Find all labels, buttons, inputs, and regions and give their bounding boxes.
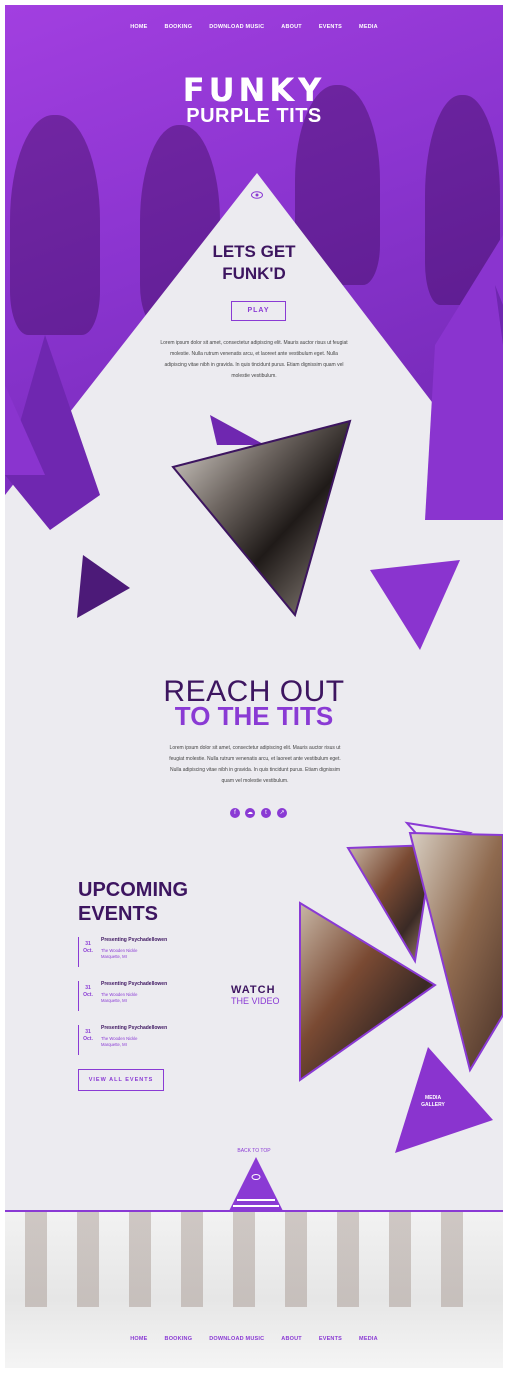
event-item[interactable]: 31 Oct. Presenting Psychadellowen The Woo… <box>78 981 178 1011</box>
event-city: Marquette, MI <box>101 954 127 959</box>
view-all-events-button[interactable]: VIEW ALL EVENTS <box>78 1069 164 1091</box>
event-city: Marquette, MI <box>101 998 127 1003</box>
play-button[interactable]: PLAY <box>231 301 286 321</box>
paragraph-line: Lorem ipsum dolor sit amet, consectetur … <box>169 745 341 751</box>
paragraph-line: quam vel molestie vestibulum. <box>221 778 289 784</box>
footer-nav-download-music[interactable]: DOWNLOAD MUSIC <box>209 1336 264 1342</box>
footer-nav-home[interactable]: HOME <box>130 1336 147 1342</box>
event-title: Presenting Psychadellowen <box>101 937 168 943</box>
intro-heading-line1: LETS GET <box>212 242 296 261</box>
event-divider <box>78 1025 79 1055</box>
feet-photo <box>25 1212 485 1307</box>
event-venue: The Wooden Nickle Marquette, MI <box>101 948 137 960</box>
media-photo-collage <box>299 821 503 1153</box>
gallery-line2: GALLERY <box>421 1102 445 1108</box>
footer-photo-band <box>5 1210 503 1368</box>
nav-booking[interactable]: BOOKING <box>165 24 193 30</box>
nav-download-music[interactable]: DOWNLOAD MUSIC <box>209 24 264 30</box>
events-heading-line2: EVENTS <box>78 903 159 925</box>
event-month: Oct. <box>83 948 93 954</box>
back-to-top-triangle[interactable] <box>228 1157 284 1213</box>
event-month: Oct. <box>83 992 93 998</box>
paragraph-line: Lorem ipsum dolor sit amet, consectetur … <box>160 340 348 346</box>
event-title: Presenting Psychadellowen <box>101 1025 168 1031</box>
event-day: 31 <box>85 985 91 991</box>
nav-about[interactable]: ABOUT <box>281 24 302 30</box>
nav-media[interactable]: MEDIA <box>359 24 378 30</box>
logo-purple-tits: PURPLE TITS <box>186 105 322 127</box>
reach-heading-line2: TO THE TITS <box>174 701 334 731</box>
intro-heading-line2: FUNK'D <box>222 264 286 283</box>
decor-triangle <box>77 555 130 618</box>
decor-triangle <box>370 560 460 650</box>
event-item[interactable]: 31 Oct. Presenting Psychadellowen The Woo… <box>78 937 178 967</box>
footer-nav-events[interactable]: EVENTS <box>319 1336 342 1342</box>
twitter-icon[interactable]: t <box>261 808 271 818</box>
media-gallery-label[interactable]: MEDIA GALLERY <box>413 1095 453 1109</box>
soundcloud-icon[interactable]: ☁ <box>245 808 255 818</box>
paragraph-line: molestie. Nulla rutrum venenatis arcu, e… <box>170 351 338 357</box>
top-nav: HOME BOOKING DOWNLOAD MUSIC ABOUT EVENTS… <box>5 24 503 30</box>
footer-nav: HOME BOOKING DOWNLOAD MUSIC ABOUT EVENTS… <box>5 1336 503 1342</box>
paragraph-line: feugiat molestie. Nulla rutrum venenatis… <box>169 756 341 762</box>
intro-paragraph: Lorem ipsum dolor sit amet, consectetur … <box>145 338 363 382</box>
event-date: 31 Oct. <box>81 941 95 955</box>
event-date: 31 Oct. <box>81 1029 95 1043</box>
event-city: Marquette, MI <box>101 1042 127 1047</box>
event-divider <box>78 981 79 1011</box>
paragraph-line: molestie vestibulum. <box>231 373 277 379</box>
watch-label[interactable]: WATCH <box>231 984 276 996</box>
event-month: Oct. <box>83 1036 93 1042</box>
gallery-line1: MEDIA <box>424 1095 442 1101</box>
band-photo-triangle <box>171 415 352 618</box>
paragraph-line: adipiscing vitae nibh in gravida. In qui… <box>164 362 344 368</box>
footer-nav-media[interactable]: MEDIA <box>359 1336 378 1342</box>
event-title: Presenting Psychadellowen <box>101 981 168 987</box>
event-day: 31 <box>85 941 91 947</box>
event-item[interactable]: 31 Oct. Presenting Psychadellowen The Woo… <box>78 1025 178 1055</box>
paragraph-line: Nulla adipiscing vitae nibh in gravida. … <box>169 767 341 773</box>
facebook-icon[interactable]: f <box>230 808 240 818</box>
back-to-top-label[interactable]: BACK TO TOP <box>5 1148 503 1154</box>
page: HOME BOOKING DOWNLOAD MUSIC ABOUT EVENTS… <box>5 5 503 1368</box>
reach-paragraph: Lorem ipsum dolor sit amet, consectetur … <box>150 743 360 787</box>
watch-video-label[interactable]: THE VIDEO <box>231 996 280 1006</box>
event-divider <box>78 937 79 967</box>
nav-home[interactable]: HOME <box>130 24 147 30</box>
eye-icon <box>251 186 263 199</box>
event-venue: The Wooden Nickle Marquette, MI <box>101 992 137 1004</box>
events-heading-line1: UPCOMING <box>78 879 188 901</box>
footer-nav-booking[interactable]: BOOKING <box>165 1336 193 1342</box>
event-date: 31 Oct. <box>81 985 95 999</box>
nav-events[interactable]: EVENTS <box>319 24 342 30</box>
event-venue: The Wooden Nickle Marquette, MI <box>101 1036 137 1048</box>
logo-funky: FUNKY <box>182 71 326 109</box>
footer-nav-about[interactable]: ABOUT <box>281 1336 302 1342</box>
event-day: 31 <box>85 1029 91 1035</box>
